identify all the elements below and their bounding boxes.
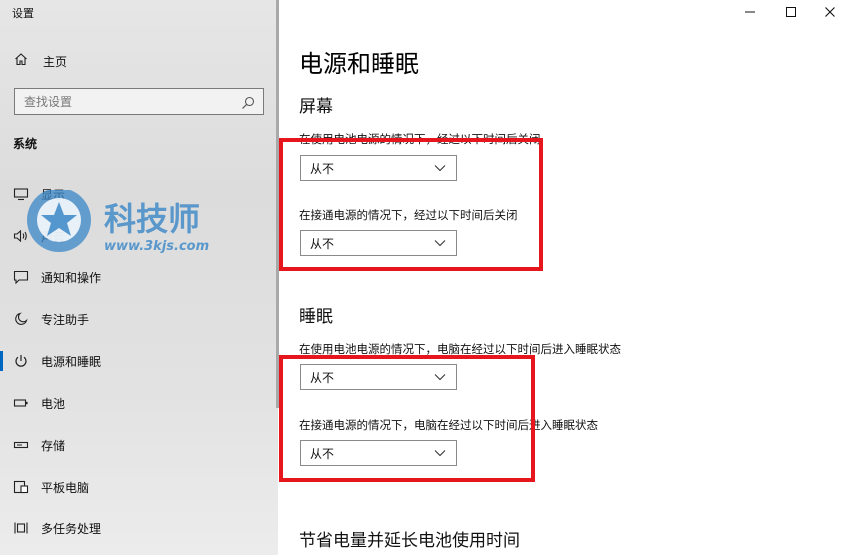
maximize-icon xyxy=(786,7,796,17)
search-icon[interactable] xyxy=(241,95,255,109)
highlight-box-sleep xyxy=(279,355,535,482)
sidebar-item-label: 声音 xyxy=(41,229,66,244)
search-input[interactable]: 查找设置 xyxy=(14,88,264,115)
maximize-button[interactable] xyxy=(771,0,811,24)
battery-icon xyxy=(12,397,30,409)
sidebar-item-label: 平板电脑 xyxy=(41,480,90,495)
home-icon xyxy=(14,52,30,70)
close-icon xyxy=(825,7,835,17)
sidebar-item-label: 通知和操作 xyxy=(41,270,102,285)
screen-heading: 屏幕 xyxy=(299,97,333,117)
page-title: 电源和睡眠 xyxy=(299,50,419,78)
sidebar-item-label: 专注助手 xyxy=(41,312,90,327)
sidebar-item-multitasking[interactable]: 多任务处理 xyxy=(0,516,278,540)
notification-icon xyxy=(12,270,30,284)
sidebar-item-notifications[interactable]: 通知和操作 xyxy=(0,265,278,289)
sidebar-item-sound[interactable]: 声音 xyxy=(0,224,278,248)
sidebar-item-label: 显示 xyxy=(41,187,66,202)
power-icon xyxy=(12,354,30,368)
sidebar-item-focus-assist[interactable]: 专注助手 xyxy=(0,307,278,331)
speaker-icon xyxy=(12,229,30,243)
sidebar-item-storage[interactable]: 存储 xyxy=(0,433,278,457)
sidebar-item-home[interactable]: 主页 xyxy=(0,50,278,72)
sidebar-item-battery[interactable]: 电池 xyxy=(0,391,278,415)
sidebar-item-label: 多任务处理 xyxy=(41,521,102,536)
storage-icon xyxy=(12,439,30,451)
battery-saver-heading: 节省电量并延长电池使用时间 xyxy=(299,531,520,551)
window-title: 设置 xyxy=(12,7,34,20)
sidebar-item-label: 主页 xyxy=(43,54,68,69)
main-content: 电源和睡眠 屏幕 在使用电池电源的情况下，经过以下时间后关闭 从不 在接通电源的… xyxy=(279,0,850,555)
sidebar-item-label: 存储 xyxy=(41,438,66,453)
multitask-icon xyxy=(12,521,30,535)
active-indicator xyxy=(0,351,3,371)
sidebar-item-tablet[interactable]: 平板电脑 xyxy=(0,475,278,499)
sidebar-item-label: 电池 xyxy=(41,396,66,411)
minimize-icon xyxy=(745,11,755,13)
highlight-box-screen xyxy=(279,138,543,271)
tablet-icon xyxy=(12,480,30,494)
close-button[interactable] xyxy=(810,0,850,24)
monitor-icon xyxy=(12,187,30,201)
sleep-heading: 睡眠 xyxy=(299,307,333,327)
minimize-button[interactable] xyxy=(730,0,770,24)
sidebar-item-label: 电源和睡眠 xyxy=(41,354,102,369)
section-label: 系统 xyxy=(13,137,38,151)
sidebar-item-power-sleep[interactable]: 电源和睡眠 xyxy=(0,349,278,373)
sidebar: 设置 主页 查找设置 系统 显示 声音 通知和操作 专注助手 电源和睡眠 电池 … xyxy=(0,0,278,555)
moon-icon xyxy=(12,312,30,326)
search-placeholder: 查找设置 xyxy=(24,95,73,109)
sidebar-item-display[interactable]: 显示 xyxy=(0,182,278,206)
